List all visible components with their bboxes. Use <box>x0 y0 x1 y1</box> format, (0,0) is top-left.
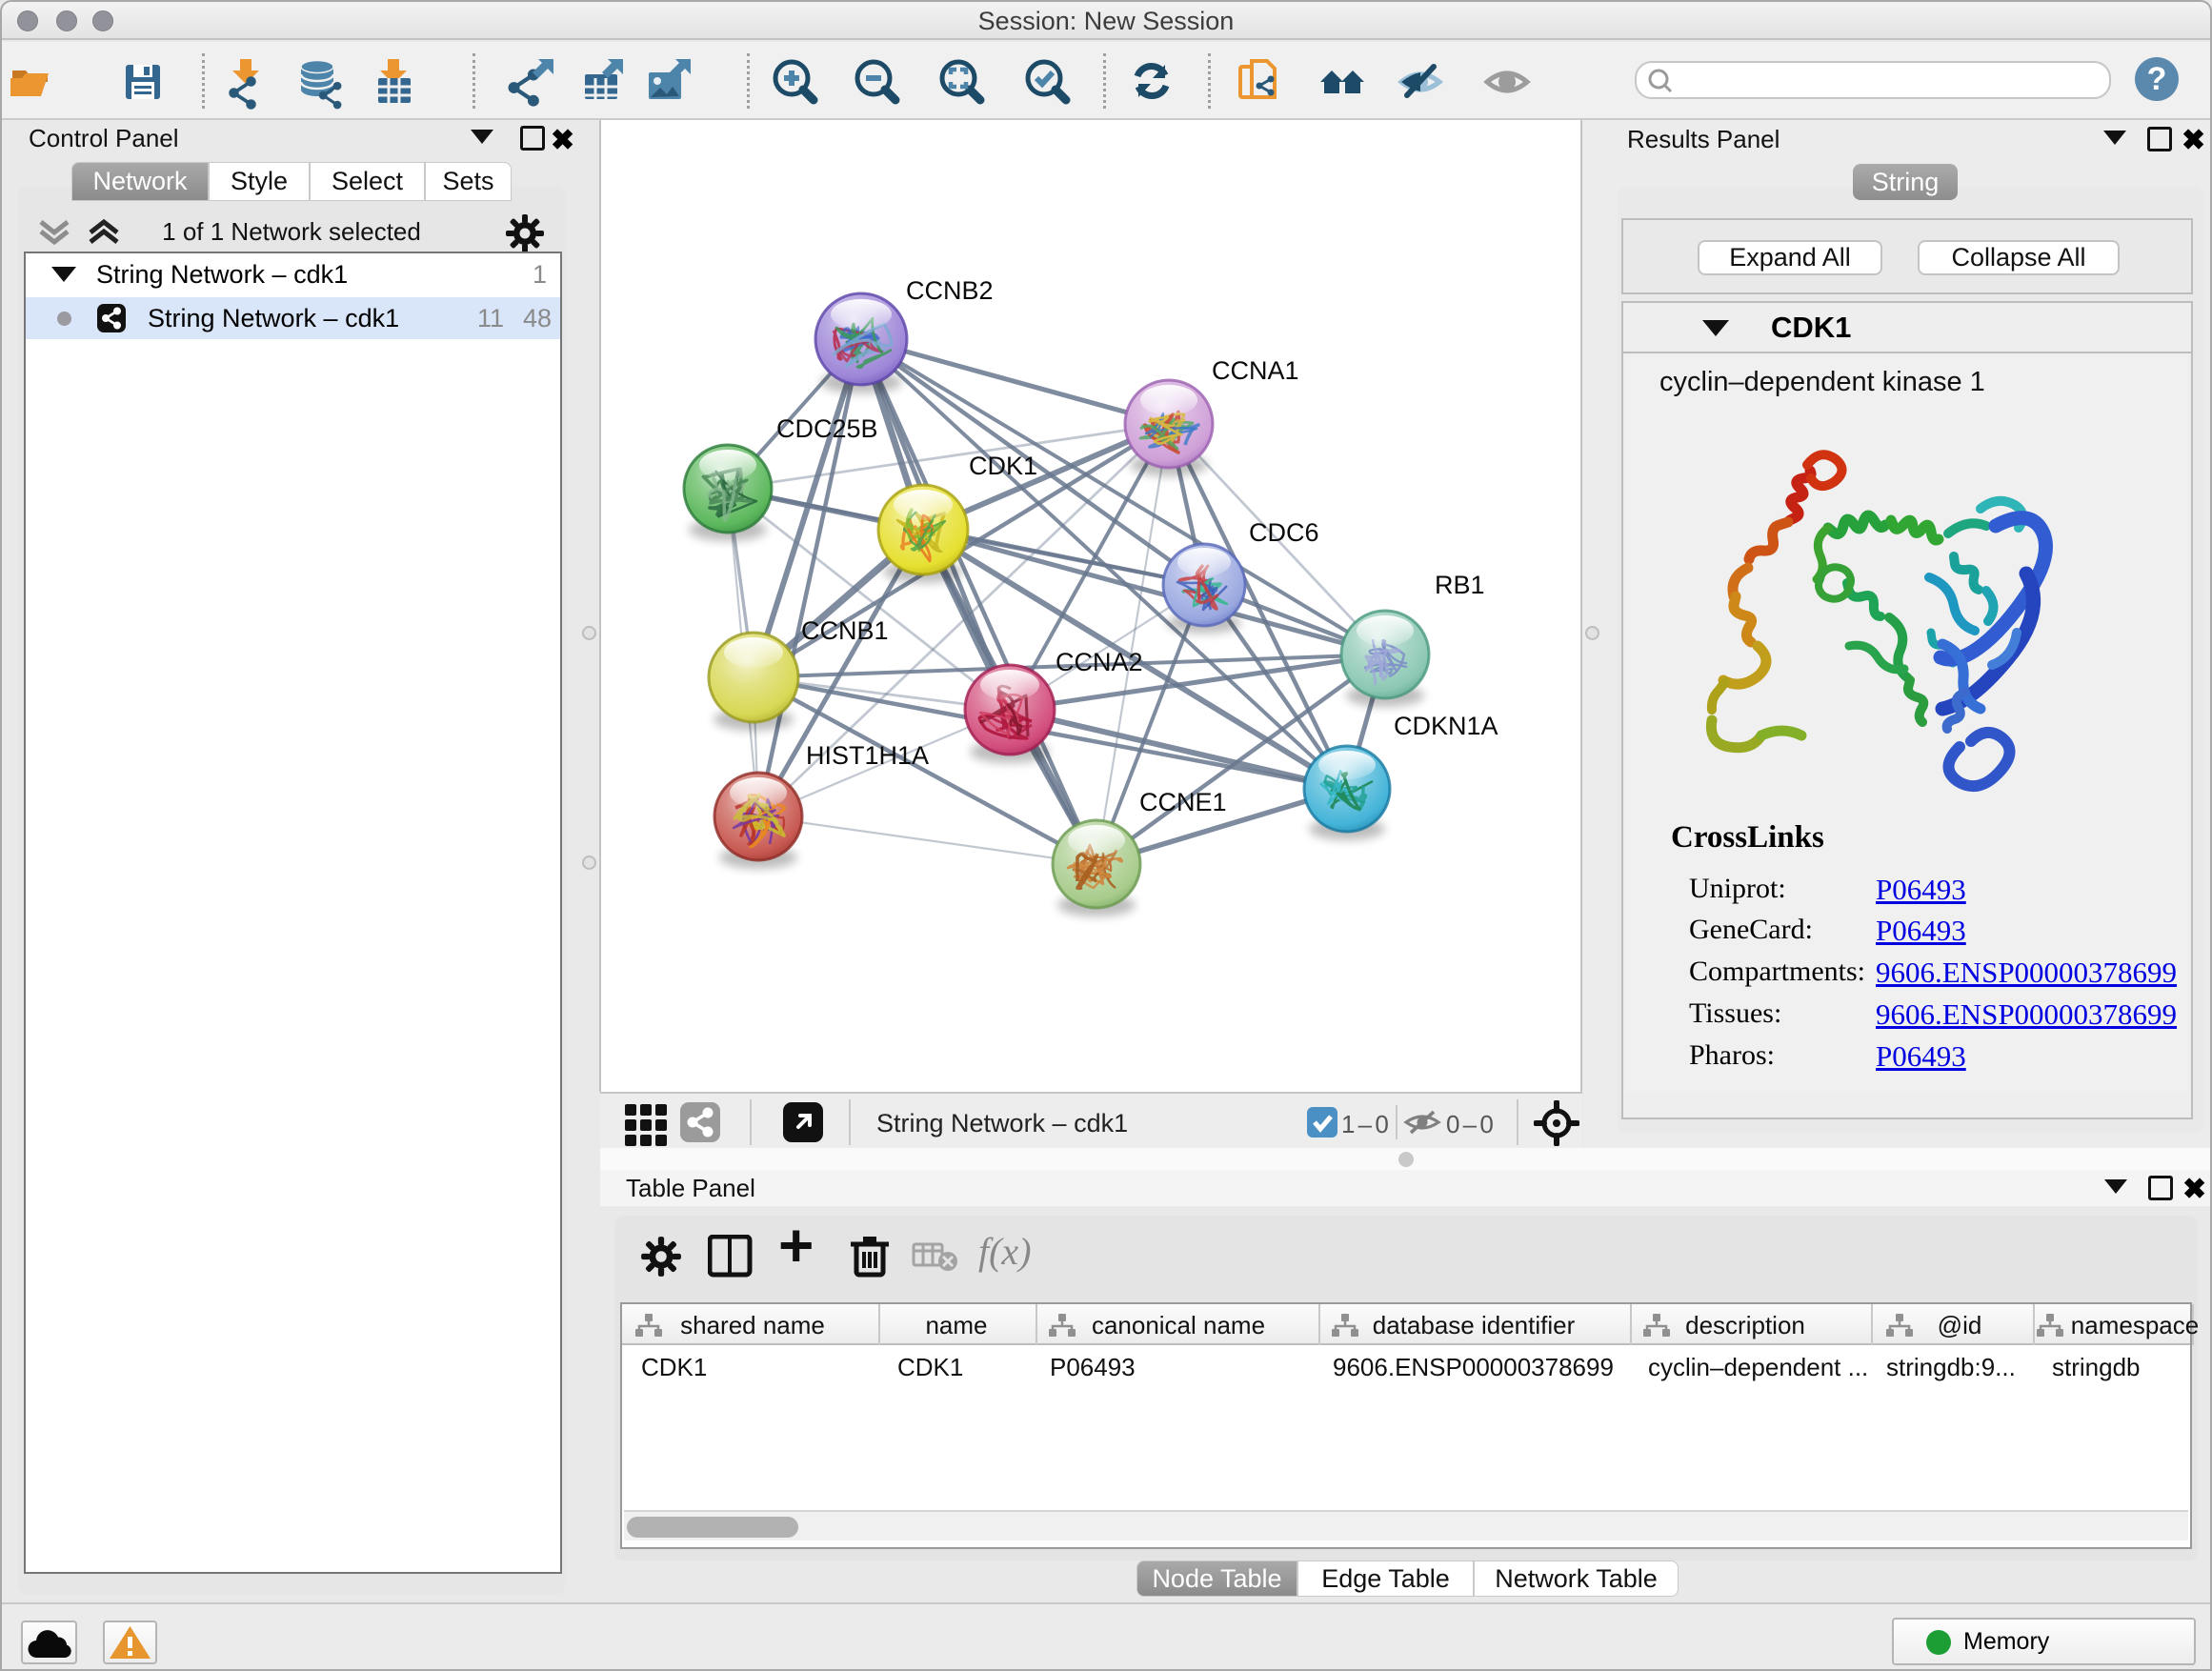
svg-text:CCNB1: CCNB1 <box>801 616 889 645</box>
svg-text:CDC25B: CDC25B <box>776 414 878 443</box>
svg-text:RB1: RB1 <box>1435 571 1485 599</box>
svg-text:CCNE1: CCNE1 <box>1139 788 1227 816</box>
svg-text:CDKN1A: CDKN1A <box>1394 712 1498 740</box>
svg-text:CDC6: CDC6 <box>1249 518 1319 547</box>
svg-text:CCNA1: CCNA1 <box>1212 356 1299 385</box>
svg-text:HIST1H1A: HIST1H1A <box>806 741 929 770</box>
svg-text:CCNB2: CCNB2 <box>906 276 994 305</box>
svg-text:CDK1: CDK1 <box>969 452 1037 480</box>
svg-text:CCNA2: CCNA2 <box>1056 648 1143 676</box>
